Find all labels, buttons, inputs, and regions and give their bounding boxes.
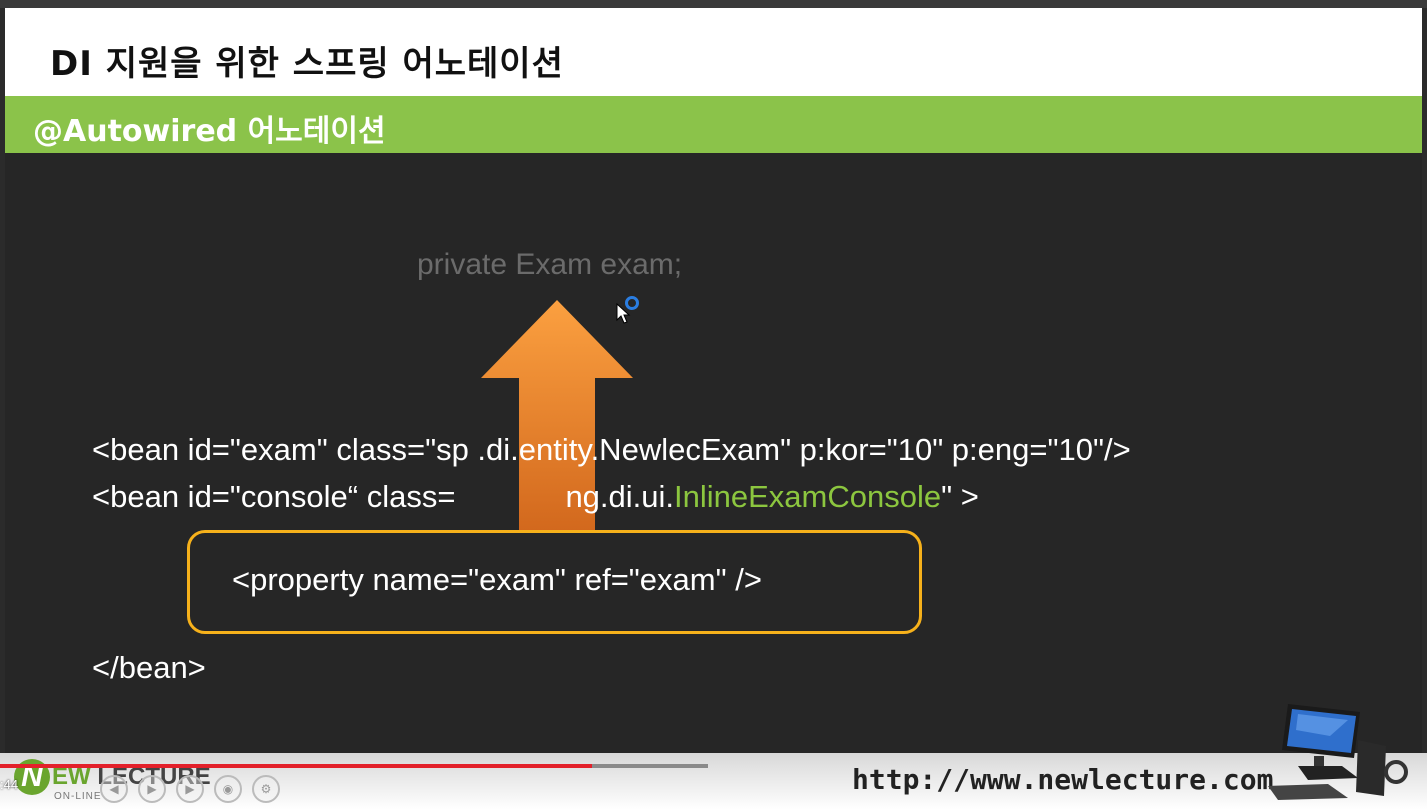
code-class-name: InlineExamConsole [674,479,942,514]
section-bar: @Autowired 어노테이션 [5,96,1422,153]
top-strip [0,0,1427,8]
code-line-bean-close: </bean> [92,650,206,685]
ghost-code-text: private Exam exam; [417,248,683,281]
footer-bar: N EW LECTURE ON-LINE http://www.newlectu… [0,753,1427,810]
slide-header: DI 지원을 위한 스프링 어노테이션 [5,8,1422,96]
code-line-2-start: <bean id="console“ class= [92,479,456,514]
next-icon[interactable]: ▶ [176,775,204,803]
code-line-2-end: " > [941,479,979,514]
play-icon[interactable]: ▶ [138,775,166,803]
code-line-2-package: ng.di.ui. [565,479,675,514]
code-line-bean-console: <bean id="console“ class= ng.di.ui.Inline… [92,479,979,515]
volume-icon[interactable]: ◉ [214,775,242,803]
slide-title: DI 지원을 위한 스프링 어노테이션 [50,44,564,84]
code-line-property: <property name="exam" ref="exam" /> [232,562,762,597]
code-line-bean-exam: <bean id="exam" class="sp .di.entity.New… [92,432,1131,467]
prev-icon[interactable]: ◀ [100,775,128,803]
progress-bar[interactable] [0,764,593,768]
computer-desk-icon [1268,704,1408,800]
footer-url[interactable]: http://www.newlecture.com [852,763,1273,796]
settings-icon[interactable]: ⚙ [252,775,280,803]
logo-subtext: ON-LINE [54,791,102,802]
time-display: :44 [0,777,19,792]
section-title: @Autowired 어노테이션 [33,114,386,149]
